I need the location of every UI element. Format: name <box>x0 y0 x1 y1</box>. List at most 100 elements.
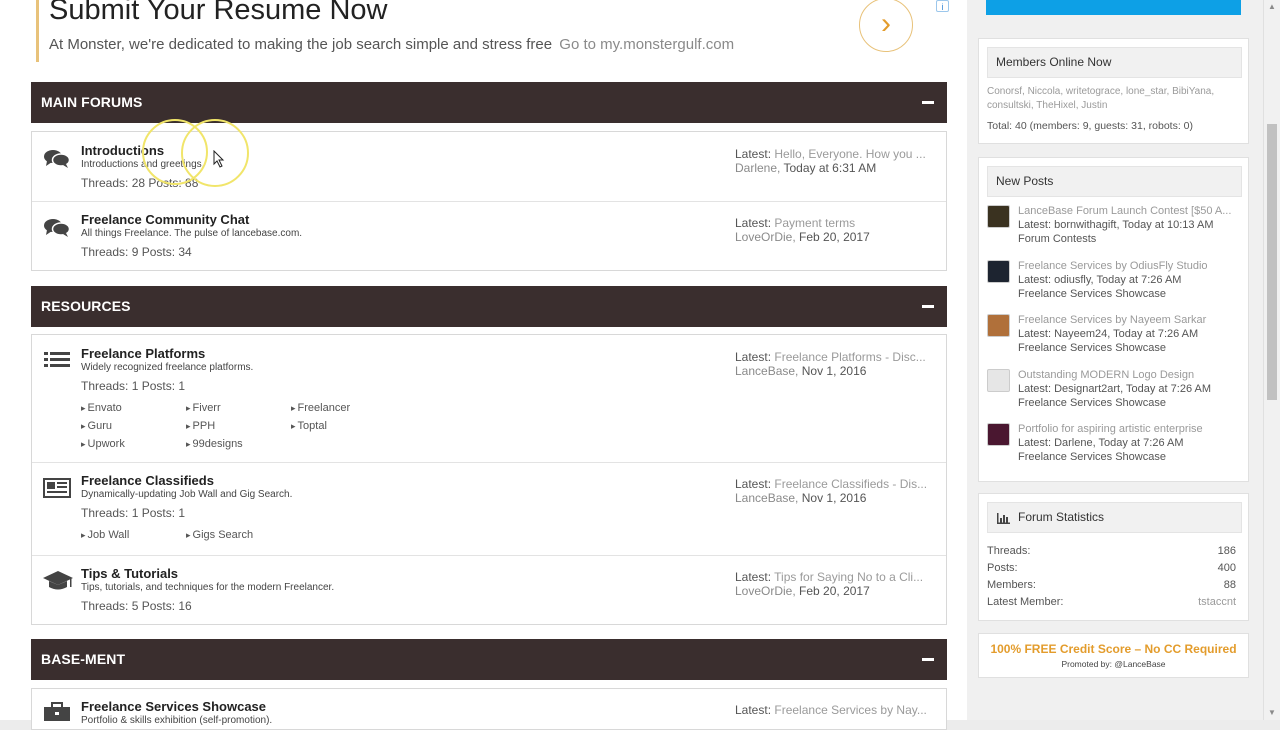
forum-node-platforms: Freelance Platforms Widely recognized fr… <box>32 335 946 462</box>
category-main-forums[interactable]: MAIN FORUMS <box>31 82 947 123</box>
subforum-link[interactable]: Job Wall <box>81 529 130 541</box>
members-online-title: Members Online Now <box>987 47 1242 78</box>
ad-text-body: At Monster, we're dedicated to making th… <box>49 36 553 53</box>
sign-up-button[interactable] <box>986 0 1241 15</box>
new-post-item: Portfolio for aspiring artistic enterpri… <box>987 423 1245 473</box>
forum-title[interactable]: Tips & Tutorials <box>81 566 178 581</box>
newspaper-icon <box>43 478 71 498</box>
new-post-title[interactable]: Freelance Services by Nayeem Sarkar <box>1018 314 1241 326</box>
graduation-cap-icon <box>43 571 73 590</box>
new-post-title[interactable]: Portfolio for aspiring artistic enterpri… <box>1018 423 1241 435</box>
subforum-link[interactable]: Upwork <box>81 438 125 450</box>
latest-label: Latest: <box>735 477 772 491</box>
forum-statistics-title: Forum Statistics <box>987 502 1242 533</box>
latest-thread-link[interactable]: Payment terms <box>774 216 855 230</box>
avatar[interactable] <box>987 205 1010 228</box>
promo-block: 100% FREE Credit Score – No CC Required … <box>978 633 1249 678</box>
forum-title[interactable]: Freelance Services Showcase <box>81 699 266 714</box>
latest-thread-link[interactable]: Freelance Services by Nay... <box>774 703 927 717</box>
latest-user-link[interactable]: LanceBase, <box>735 364 798 378</box>
stat-row: Posts: 400 <box>987 562 1236 574</box>
collapse-icon[interactable] <box>922 101 934 104</box>
stat-label: Threads: <box>987 545 1031 557</box>
category-resources[interactable]: RESOURCES <box>31 286 947 327</box>
new-post-forum[interactable]: Freelance Services Showcase <box>1018 342 1166 354</box>
scroll-down-arrow-icon[interactable]: ▼ <box>1264 706 1280 720</box>
forum-stats: Threads: 1 Posts: 1 <box>81 506 186 520</box>
category-base-ment[interactable]: BASE-MENT <box>31 639 947 680</box>
avatar[interactable] <box>987 368 1010 392</box>
subforum-link[interactable]: Envato <box>81 402 122 414</box>
ad-text: At Monster, we're dedicated to making th… <box>49 36 734 53</box>
latest-label: Latest: <box>735 216 772 230</box>
new-post-forum[interactable]: Freelance Services Showcase <box>1018 288 1166 300</box>
ad-title[interactable]: Submit Your Resume Now <box>49 0 388 27</box>
latest-user-link[interactable]: LoveOrDie, <box>735 230 796 244</box>
ad-link[interactable]: Go to my.monstergulf.com <box>559 36 734 53</box>
scrollbar-thumb[interactable] <box>1267 124 1277 400</box>
forum-latest: Latest: Freelance Services by Nay... <box>735 703 935 717</box>
forum-description: Widely recognized freelance platforms. <box>81 362 254 373</box>
latest-time: Nov 1, 2016 <box>801 491 867 505</box>
forum-list-base-ment: Freelance Services Showcase Portfolio & … <box>31 688 947 730</box>
forum-title[interactable]: Freelance Platforms <box>81 346 205 361</box>
stat-row: Members: 88 <box>987 579 1236 591</box>
latest-thread-link[interactable]: Hello, Everyone. How you ... <box>774 147 925 161</box>
forum-latest: Latest: Hello, Everyone. How you ... Dar… <box>735 147 935 175</box>
new-post-title[interactable]: Freelance Services by OdiusFly Studio <box>1018 260 1241 272</box>
forum-title[interactable]: Freelance Community Chat <box>81 212 249 227</box>
latest-member-link[interactable]: tstaccnt <box>1198 596 1236 608</box>
forum-title[interactable]: Freelance Classifieds <box>81 473 214 488</box>
subforum-link[interactable]: Freelancer <box>291 402 351 414</box>
latest-thread-link[interactable]: Freelance Classifieds - Dis... <box>774 477 927 491</box>
latest-user-link[interactable]: LanceBase, <box>735 491 798 505</box>
scroll-up-arrow-icon[interactable]: ▲ <box>1264 0 1280 14</box>
chat-bubbles-icon <box>44 150 70 168</box>
page-scrollbar[interactable]: ▲ ▼ <box>1263 0 1280 720</box>
members-online-list[interactable]: Conorsf, Niccola, writetograce, lone_sta… <box>987 85 1245 113</box>
subforum-link[interactable]: Fiverr <box>186 402 221 414</box>
latest-label: Latest: <box>735 570 772 584</box>
ad-arrow-button[interactable]: › <box>859 0 913 52</box>
ad-info-icon[interactable]: i <box>936 0 949 12</box>
forum-stats: Threads: 1 Posts: 1 <box>81 379 186 393</box>
ad-banner[interactable]: Submit Your Resume Now At Monster, we're… <box>36 0 949 62</box>
new-post-latest: Latest: odiusfly, Today at 7:26 AM <box>1018 273 1182 286</box>
new-post-latest: Latest: Designart2art, Today at 7:26 AM <box>1018 382 1212 395</box>
members-online-total: Total: 40 (members: 9, guests: 31, robot… <box>987 120 1194 132</box>
stat-label: Members: <box>987 579 1036 591</box>
avatar[interactable] <box>987 423 1010 446</box>
new-post-forum[interactable]: Forum Contests <box>1018 233 1096 245</box>
stat-row: Threads: 186 <box>987 545 1236 557</box>
new-post-title[interactable]: Outstanding MODERN Logo Design <box>1018 369 1241 381</box>
latest-time: Nov 1, 2016 <box>801 364 867 378</box>
avatar[interactable] <box>987 259 1010 283</box>
latest-label: Latest: <box>735 350 772 364</box>
new-post-title[interactable]: LanceBase Forum Launch Contest [$50 A... <box>1018 205 1241 217</box>
promo-link[interactable]: 100% FREE Credit Score – No CC Required <box>979 642 1248 656</box>
subforum-link[interactable]: Guru <box>81 420 112 432</box>
latest-user-link[interactable]: Darlene, <box>735 161 780 175</box>
members-online-block: Members Online Now Conorsf, Niccola, wri… <box>978 38 1249 144</box>
stat-label: Posts: <box>987 562 1018 574</box>
stat-label: Latest Member: <box>987 596 1064 608</box>
avatar[interactable] <box>987 314 1010 337</box>
collapse-icon[interactable] <box>922 305 934 308</box>
subforum-link[interactable]: PPH <box>186 420 216 432</box>
stat-row: Latest Member: tstaccnt <box>987 596 1236 608</box>
latest-thread-link[interactable]: Tips for Saying No to a Cli... <box>774 570 923 584</box>
subforum-link[interactable]: Gigs Search <box>186 529 254 541</box>
collapse-icon[interactable] <box>922 658 934 661</box>
stat-value: 88 <box>1223 579 1236 591</box>
latest-time: Feb 20, 2017 <box>799 584 870 598</box>
forum-latest: Latest: Tips for Saying No to a Cli... L… <box>735 570 935 598</box>
forum-latest: Latest: Payment terms LoveOrDie, Feb 20,… <box>735 216 935 244</box>
category-title: MAIN FORUMS <box>41 94 143 110</box>
latest-user-link[interactable]: LoveOrDie, <box>735 584 796 598</box>
subforum-link[interactable]: Toptal <box>291 420 327 432</box>
new-post-forum[interactable]: Freelance Services Showcase <box>1018 397 1166 409</box>
latest-thread-link[interactable]: Freelance Platforms - Disc... <box>774 350 925 364</box>
subforum-link[interactable]: 99designs <box>186 438 243 450</box>
new-post-forum[interactable]: Freelance Services Showcase <box>1018 451 1166 463</box>
stat-value: 186 <box>1217 545 1236 557</box>
